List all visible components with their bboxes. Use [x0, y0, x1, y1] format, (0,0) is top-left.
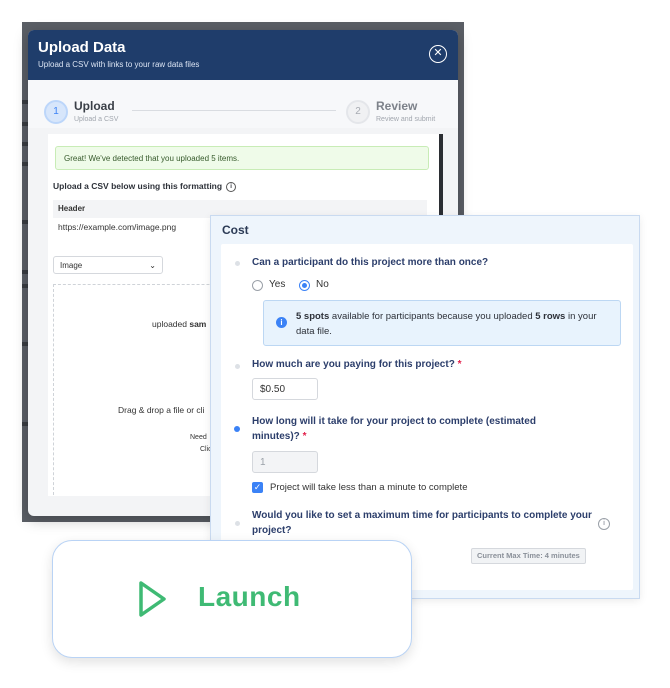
spots-info-text: 5 spots available for participants becau… — [296, 311, 597, 337]
duration-input[interactable]: 1 — [252, 451, 318, 473]
chevron-down-icon: ⌄ — [149, 261, 156, 270]
launch-label: Launch — [198, 581, 301, 612]
dropzone-uploaded-text: uploaded sam — [152, 319, 207, 329]
timeline-dot — [235, 364, 240, 369]
less-than-minute-label: Project will take less than a minute to … — [270, 482, 468, 493]
question-max-time: Would you like to set a maximum time for… — [252, 510, 592, 536]
step-1-label: Upload — [74, 99, 115, 113]
stepper: 1 Upload Upload a CSV 2 Review Review an… — [28, 80, 458, 128]
radio-yes-label: Yes — [269, 279, 286, 290]
table-cell: https://example.com/image.png — [58, 222, 177, 232]
timeline-dot — [235, 261, 240, 266]
modal-subtitle: Upload a CSV with links to your raw data… — [38, 60, 200, 69]
step-2-sub: Review and submit — [376, 116, 436, 123]
radio-no[interactable] — [299, 280, 310, 291]
info-icon[interactable]: i — [226, 181, 237, 192]
spots-info-box: i 5 spots available for participants bec… — [263, 300, 621, 346]
dropzone-drag-text: Drag & drop a file or cli — [118, 405, 205, 415]
step-2-number: 2 — [346, 100, 370, 124]
format-label: Upload a CSV below using this formatting… — [53, 181, 237, 192]
modal-header: Upload Data Upload a CSV with links to y… — [28, 30, 458, 80]
cost-title: Cost — [222, 223, 249, 237]
timeline-dot-active — [234, 426, 240, 432]
step-2-label: Review — [376, 99, 418, 113]
question-payment: How much are you paying for this project… — [252, 359, 462, 370]
less-than-minute-checkbox[interactable]: ✓ — [252, 482, 263, 493]
close-icon[interactable]: ✕ — [429, 45, 447, 63]
max-time-badge: Current Max Time: 4 minutes — [471, 548, 586, 564]
info-icon[interactable]: i — [598, 518, 610, 530]
format-label-text: Upload a CSV below using this formatting — [53, 181, 223, 191]
cost-form: Can a participant do this project more t… — [221, 244, 633, 590]
step-connector — [132, 110, 336, 111]
radio-yes[interactable] — [252, 280, 263, 291]
step-1-number: 1 — [44, 100, 68, 124]
launch-button[interactable]: Launch — [52, 540, 412, 658]
success-alert: Great! We've detected that you uploaded … — [55, 146, 429, 170]
type-select-value: Image — [60, 261, 83, 270]
timeline-dot — [235, 521, 240, 526]
question-repeat: Can a participant do this project more t… — [252, 257, 489, 268]
payment-input[interactable]: $0.50 — [252, 378, 318, 400]
type-select[interactable]: Image ⌄ — [53, 256, 163, 274]
step-1-sub: Upload a CSV — [74, 116, 119, 123]
info-icon: i — [276, 317, 287, 328]
modal-title: Upload Data — [38, 39, 126, 56]
play-icon — [139, 581, 166, 617]
dropzone-need-text: Need — [190, 434, 207, 441]
radio-no-label: No — [316, 279, 329, 290]
question-duration: How long will it take for your project t… — [252, 416, 536, 442]
